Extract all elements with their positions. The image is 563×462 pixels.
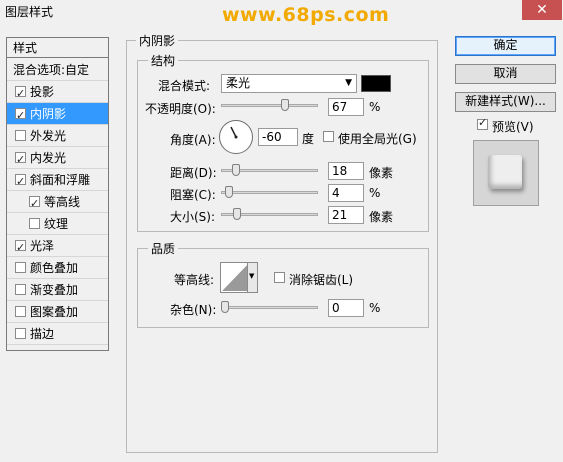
angle-label: 角度(A): <box>170 133 216 147</box>
choke-input[interactable]: 4 <box>328 184 364 202</box>
anti-alias-checkbox[interactable] <box>274 272 285 283</box>
global-light-label: 使用全局光(G) <box>338 132 417 146</box>
opacity-slider-thumb[interactable] <box>280 99 289 111</box>
distance-input[interactable]: 18 <box>328 162 364 180</box>
noise-slider-track[interactable] <box>221 306 318 309</box>
distance-label: 距离(D): <box>170 166 217 180</box>
contour-label: 等高线: <box>174 273 215 287</box>
noise-input[interactable]: 0 <box>328 299 364 317</box>
distance-slider-thumb[interactable] <box>231 164 240 176</box>
choke-slider-track[interactable] <box>221 191 318 194</box>
angle-indicator-icon <box>230 126 238 139</box>
style-item-label: 外发光 <box>30 129 67 143</box>
styles-header: 样式 <box>7 38 108 58</box>
angle-dial[interactable] <box>219 120 253 154</box>
watermark-text: www.68ps.com <box>222 4 390 26</box>
angle-unit: 度 <box>302 132 315 146</box>
style-item[interactable]: 光泽 <box>7 235 108 259</box>
choke-unit: % <box>369 186 381 200</box>
noise-slider-thumb[interactable] <box>221 301 229 313</box>
style-item[interactable]: 颜色叠加 <box>7 257 108 279</box>
style-item-label: 内发光 <box>30 151 67 165</box>
inner-shadow-title: 内阴影 <box>136 32 179 49</box>
size-unit: 像素 <box>369 210 394 224</box>
style-item-checkbox[interactable] <box>15 105 26 127</box>
close-icon: ✕ <box>536 2 548 18</box>
style-item[interactable]: 等高线 <box>7 191 108 215</box>
angle-input[interactable]: -60 <box>258 128 298 146</box>
size-slider-thumb[interactable] <box>233 208 242 220</box>
style-item-label: 渐变叠加 <box>30 283 79 297</box>
style-item[interactable]: 渐变叠加 <box>7 279 108 301</box>
noise-unit: % <box>369 301 381 315</box>
chevron-down-icon: ▼ <box>249 272 255 280</box>
chevron-down-icon: ▼ <box>345 78 352 88</box>
style-item[interactable]: 斜面和浮雕 <box>7 169 108 193</box>
style-item-checkbox[interactable] <box>15 262 26 273</box>
title-bar: 图层样式 www.68ps.com ✕ <box>0 0 563 26</box>
choke-label: 阻塞(C): <box>170 188 216 202</box>
blend-mode-label: 混合模式: <box>158 79 211 93</box>
style-item-checkbox[interactable] <box>29 218 40 229</box>
style-item-label: 投影 <box>30 85 55 99</box>
style-item[interactable]: 图案叠加 <box>7 301 108 323</box>
cancel-button[interactable]: 取消 <box>455 64 556 84</box>
style-item-label: 颜色叠加 <box>30 261 79 275</box>
style-item-checkbox[interactable] <box>15 149 26 171</box>
opacity-label: 不透明度(O): <box>145 102 216 116</box>
size-label: 大小(S): <box>170 210 216 224</box>
style-item[interactable]: 纹理 <box>7 213 108 235</box>
style-item-label: 纹理 <box>44 217 69 231</box>
style-item[interactable]: 外发光 <box>7 125 108 147</box>
new-style-button[interactable]: 新建样式(W)... <box>455 92 556 112</box>
style-item[interactable]: 投影 <box>7 81 108 105</box>
preview-label: 预览(V) <box>492 120 534 134</box>
style-preview <box>473 140 539 206</box>
contour-dropdown-button[interactable]: ▼ <box>247 263 257 292</box>
style-item-checkbox[interactable] <box>15 237 26 259</box>
contour-picker[interactable]: ▼ <box>220 262 258 293</box>
window-title: 图层样式 <box>5 5 54 19</box>
preview-checkbox[interactable] <box>477 116 488 130</box>
structure-title: 结构 <box>148 52 179 69</box>
preview-swatch <box>488 155 522 189</box>
styles-list: 样式 混合选项:自定投影内阴影外发光内发光斜面和浮雕等高线纹理光泽颜色叠加渐变叠… <box>6 37 109 351</box>
quality-title: 品质 <box>148 240 179 257</box>
style-item-checkbox[interactable] <box>15 171 26 193</box>
style-item-checkbox[interactable] <box>15 328 26 339</box>
style-item-label: 等高线 <box>44 195 81 209</box>
size-input[interactable]: 21 <box>328 206 364 224</box>
anti-alias-label: 消除锯齿(L) <box>289 273 354 287</box>
blend-mode-value: 柔光 <box>226 76 251 90</box>
style-item[interactable]: 内阴影 <box>7 103 108 127</box>
style-item-checkbox[interactable] <box>15 306 26 317</box>
global-light-checkbox[interactable] <box>323 131 334 142</box>
noise-label: 杂色(N): <box>170 303 217 317</box>
style-item-label: 内阴影 <box>30 107 67 121</box>
style-item-label: 斜面和浮雕 <box>30 173 91 187</box>
blend-mode-select[interactable]: 柔光 ▼ <box>221 74 357 93</box>
style-item-label: 光泽 <box>30 239 55 253</box>
style-item-label: 描边 <box>30 327 55 341</box>
opacity-slider-track[interactable] <box>221 104 318 107</box>
distance-unit: 像素 <box>369 166 394 180</box>
ok-button[interactable]: 确定 <box>455 36 556 56</box>
style-item-checkbox[interactable] <box>15 284 26 295</box>
close-button[interactable]: ✕ <box>522 0 562 20</box>
opacity-input[interactable]: 67 <box>328 98 364 116</box>
opacity-unit: % <box>369 100 381 114</box>
shadow-color-swatch[interactable] <box>361 75 391 92</box>
contour-curve-icon <box>222 264 248 291</box>
style-item-checkbox[interactable] <box>15 83 26 105</box>
style-item[interactable]: 内发光 <box>7 147 108 171</box>
style-item-label: 混合选项:自定 <box>13 63 90 77</box>
choke-slider-thumb[interactable] <box>224 186 233 198</box>
style-item[interactable]: 混合选项:自定 <box>7 59 108 81</box>
style-item-checkbox[interactable] <box>15 130 26 141</box>
style-item[interactable]: 描边 <box>7 323 108 345</box>
style-item-label: 图案叠加 <box>30 305 79 319</box>
style-item-checkbox[interactable] <box>29 193 40 215</box>
